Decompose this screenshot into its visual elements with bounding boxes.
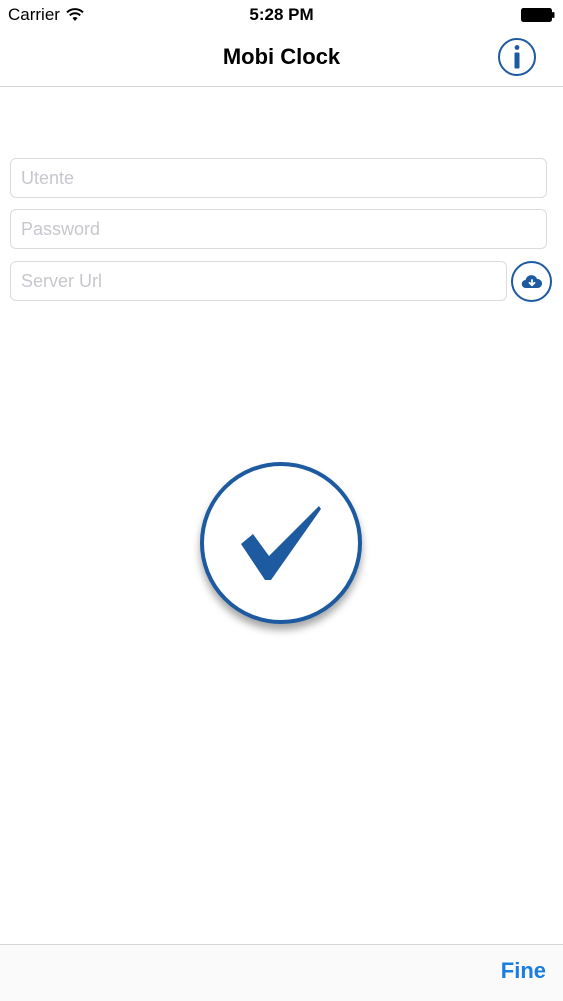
info-button[interactable]	[498, 38, 536, 76]
page-title: Mobi Clock	[222, 44, 341, 69]
navigation-bar: Mobi Clock	[0, 30, 563, 87]
password-field[interactable]	[10, 209, 547, 249]
username-field[interactable]	[10, 158, 547, 198]
checkmark-icon	[241, 506, 321, 580]
username-input[interactable]	[11, 159, 546, 197]
done-button[interactable]: Fine	[501, 958, 546, 984]
cloud-download-button[interactable]	[511, 261, 552, 302]
battery-icon	[521, 8, 555, 22]
bottom-toolbar: Fine	[0, 944, 563, 1001]
password-input[interactable]	[11, 210, 546, 248]
info-icon	[514, 45, 520, 69]
server-url-input[interactable]	[11, 262, 506, 300]
confirm-check-button[interactable]	[200, 462, 362, 624]
status-bar: Carrier 5:28 PM	[0, 0, 563, 30]
server-url-field[interactable]	[10, 261, 507, 301]
cloud-download-icon	[521, 274, 542, 288]
clock-time: 5:28 PM	[249, 5, 314, 24]
